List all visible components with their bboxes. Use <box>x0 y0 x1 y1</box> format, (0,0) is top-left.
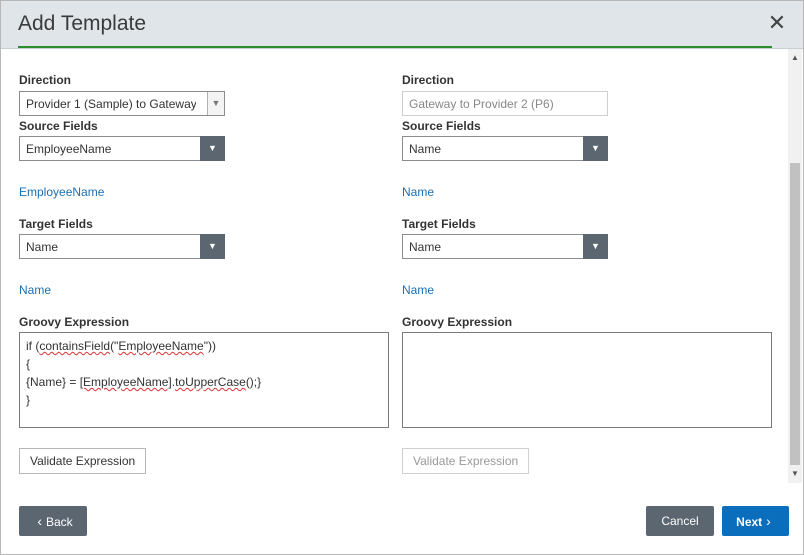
groovy-expression-input[interactable] <box>402 332 772 428</box>
validate-expression-button[interactable]: Validate Expression <box>19 448 147 474</box>
groovy-expression-input[interactable]: if (containsField("EmployeeName")) { {Na… <box>19 332 389 428</box>
target-fields-value: Name <box>409 240 442 254</box>
chevron-down-icon: ▼ <box>207 92 224 115</box>
groovy-token: EmployeeName <box>118 339 204 353</box>
groovy-line: } <box>26 393 31 407</box>
groovy-expression-label: Groovy Expression <box>19 315 130 329</box>
chevron-down-icon: ▼ <box>200 234 225 259</box>
back-button[interactable]: ‹ Back <box>19 506 87 536</box>
chevron-left-icon: ‹ <box>37 513 42 529</box>
direction-value: Provider 1 (Sample) to Gateway <box>26 97 196 111</box>
source-field-link[interactable]: Name <box>402 185 434 199</box>
source-fields-value: EmployeeName <box>26 142 112 156</box>
direction-label: Direction <box>402 73 455 87</box>
dialog-body: Direction Provider 1 (Sample) to Gateway… <box>1 49 788 489</box>
scrollbar-thumb[interactable] <box>790 163 800 465</box>
target-fields-select[interactable]: Name ▼ <box>402 234 608 259</box>
target-field-link[interactable]: Name <box>402 283 434 297</box>
source-fields-select[interactable]: EmployeeName ▼ <box>19 136 225 161</box>
close-icon[interactable]: ✕ <box>765 11 789 35</box>
target-fields-select[interactable]: Name ▼ <box>19 234 225 259</box>
back-button-label: Back <box>45 515 73 529</box>
source-fields-label: Source Fields <box>19 119 98 133</box>
dialog-title: Add Template <box>18 12 147 35</box>
target-fields-value: Name <box>26 240 59 254</box>
source-fields-select[interactable]: Name ▼ <box>402 136 608 161</box>
dialog-header: Add Template ✕ <box>1 1 803 49</box>
next-button[interactable]: Next › <box>722 506 789 536</box>
chevron-down-icon: ▼ <box>583 234 608 259</box>
direction-field: Gateway to Provider 2 (P6) <box>402 91 608 116</box>
vertical-scrollbar[interactable]: ▲ ▼ <box>788 49 802 483</box>
chevron-right-icon: › <box>766 513 771 529</box>
groovy-line: {Name} = [EmployeeName].toUpperCase();} <box>26 375 262 389</box>
next-button-label: Next <box>736 515 763 529</box>
target-fields-label: Target Fields <box>19 217 93 231</box>
groovy-token: toUpperCase <box>175 375 246 389</box>
source-field-link[interactable]: EmployeeName <box>19 185 104 199</box>
status-divider <box>18 46 772 48</box>
chevron-down-icon: ▼ <box>200 136 225 161</box>
groovy-line: { <box>26 357 31 371</box>
add-template-dialog: Add Template ✕ Direction Provider 1 (Sam… <box>0 0 804 555</box>
target-field-link[interactable]: Name <box>19 283 51 297</box>
scroll-up-icon[interactable]: ▲ <box>788 51 802 65</box>
source-fields-value: Name <box>409 142 442 156</box>
direction-label: Direction <box>19 73 72 87</box>
source-fields-label: Source Fields <box>402 119 481 133</box>
groovy-token: containsField <box>39 339 111 353</box>
target-fields-label: Target Fields <box>402 217 476 231</box>
chevron-down-icon: ▼ <box>583 136 608 161</box>
groovy-token: [EmployeeName] <box>79 375 172 389</box>
validate-expression-button: Validate Expression <box>402 448 530 474</box>
direction-value: Gateway to Provider 2 (P6) <box>409 97 554 111</box>
scroll-down-icon[interactable]: ▼ <box>788 467 802 481</box>
cancel-button[interactable]: Cancel <box>646 506 714 536</box>
direction-select[interactable]: Provider 1 (Sample) to Gateway ▼ <box>19 91 225 116</box>
groovy-expression-label: Groovy Expression <box>402 315 513 329</box>
groovy-line: if (containsField("EmployeeName")) <box>26 339 216 353</box>
